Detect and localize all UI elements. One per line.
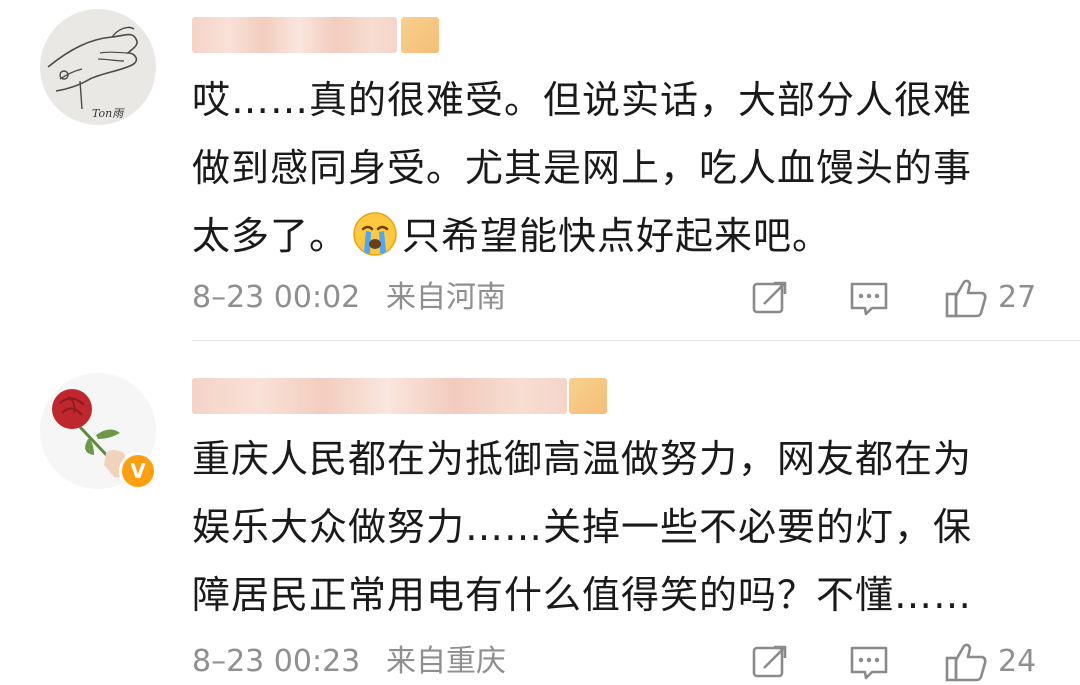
verified-badge-label: V	[130, 459, 146, 483]
repost-icon	[752, 645, 787, 678]
comment-meta: 8–23 00:23 来自重庆 24	[192, 642, 1040, 682]
comment-text: 重庆人民都在为抵御高温做努力，网友都在为 娱乐大众做努力……关掉一些不必要的灯，…	[192, 425, 1052, 629]
comment-icon	[850, 646, 888, 680]
timestamp: 8–23 00:23	[192, 644, 361, 679]
comment-line: 娱乐大众做努力……关掉一些不必要的灯，保	[192, 505, 973, 549]
like-count: 24	[998, 644, 1037, 679]
comment-line: 障居民正常用电有什么值得笑的吗？不懂……	[192, 573, 973, 617]
comment-item: V 重庆人民都在为抵御高温做努力，网友都在为 娱乐大众做努力……关掉一些不必要的…	[0, 0, 1080, 685]
comment-line: 重庆人民都在为抵御高温做努力，网友都在为	[192, 437, 973, 481]
location: 来自重庆	[386, 644, 506, 679]
repost-button[interactable]	[750, 642, 790, 682]
username-blurred[interactable]	[192, 378, 567, 414]
thumbs-up-icon	[945, 643, 987, 682]
verified-badge: V	[119, 452, 157, 490]
user-level-badge-blurred	[569, 378, 607, 414]
like-button[interactable]: 24	[944, 642, 1036, 682]
comment-button[interactable]	[848, 642, 890, 682]
